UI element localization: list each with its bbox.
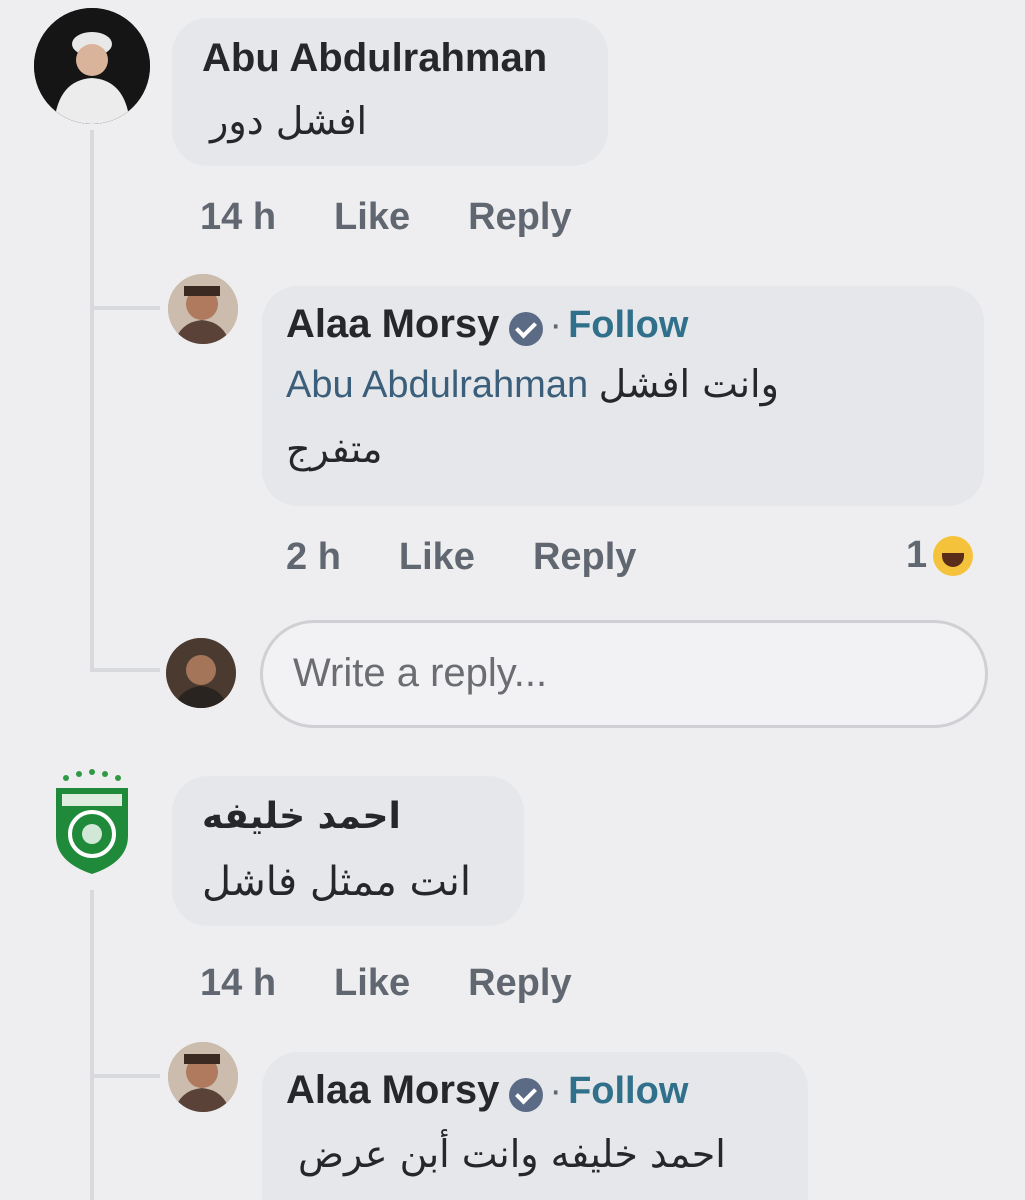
reaction-summary[interactable]: 1	[906, 534, 974, 577]
comment-text: انت ممثل فاشل	[202, 859, 471, 905]
comment-text: افشل دور	[210, 99, 368, 143]
follow-button[interactable]: Follow	[568, 1070, 688, 1112]
reply-bubble: Alaa Morsy · Follow احمد خليفه وانت أبن عر…	[262, 1052, 808, 1200]
person-photo-icon	[168, 274, 238, 344]
comment-time[interactable]: 14 h	[200, 962, 276, 1005]
verified-badge-icon	[509, 1077, 544, 1112]
follow-button[interactable]: Follow	[568, 304, 688, 346]
comment-author[interactable]: Abu Abdulrahman	[202, 36, 578, 81]
mention-link[interactable]: Abu Abdulrahman	[286, 364, 588, 406]
comment-bubble: Abu Abdulrahman افشل دور	[172, 18, 608, 166]
reply-time[interactable]: 2 h	[286, 536, 341, 579]
reply-text: Abu Abdulrahman وانت افشل	[286, 362, 960, 407]
person-photo-icon	[168, 1042, 238, 1112]
reply-actions: 2 h Like Reply	[286, 536, 636, 579]
comment-author[interactable]: احمد خليفه	[202, 796, 494, 837]
like-button[interactable]: Like	[334, 962, 410, 1005]
haha-emoji-icon	[933, 535, 974, 576]
person-photo-icon	[34, 8, 150, 124]
reaction-count: 1	[906, 534, 928, 576]
thread-line	[90, 890, 94, 1200]
reply-button[interactable]: Reply	[468, 196, 571, 239]
reply-text: احمد خليفه وانت أبن عرض	[298, 1131, 726, 1176]
comment-time[interactable]: 14 h	[200, 196, 276, 239]
club-crest-icon	[56, 769, 128, 874]
reply-bubble: Alaa Morsy · Follow Abu Abdulrahman وانت ا…	[262, 286, 984, 506]
person-photo-icon	[166, 638, 236, 708]
avatar[interactable]	[168, 1042, 238, 1112]
thread-line	[90, 306, 160, 310]
current-user-avatar[interactable]	[166, 638, 236, 708]
thread-line	[90, 1074, 160, 1078]
comment-bubble: احمد خليفه انت ممثل فاشل	[172, 776, 524, 926]
avatar[interactable]	[168, 274, 238, 344]
like-button[interactable]: Like	[334, 196, 410, 239]
reply-input-placeholder: Write a reply...	[293, 651, 548, 695]
reply-button[interactable]: Reply	[533, 536, 636, 579]
thread-line	[90, 130, 94, 670]
verified-badge-icon	[509, 311, 544, 346]
reply-text-line: وانت افشل	[598, 361, 779, 406]
like-button[interactable]: Like	[399, 536, 475, 579]
avatar[interactable]	[34, 8, 150, 124]
reply-input[interactable]: Write a reply...	[260, 620, 988, 728]
reply-button[interactable]: Reply	[468, 962, 571, 1005]
separator-dot: ·	[549, 1070, 563, 1112]
avatar[interactable]	[46, 766, 138, 876]
separator-dot: ·	[549, 304, 563, 346]
comment-actions: 14 h Like Reply	[200, 962, 572, 1005]
thread-line	[90, 668, 160, 672]
reply-text-line: متفرج	[286, 426, 383, 471]
reply-author[interactable]: Alaa Morsy	[286, 302, 499, 346]
reply-author[interactable]: Alaa Morsy	[286, 1068, 499, 1112]
comment-actions: 14 h Like Reply	[200, 196, 572, 239]
